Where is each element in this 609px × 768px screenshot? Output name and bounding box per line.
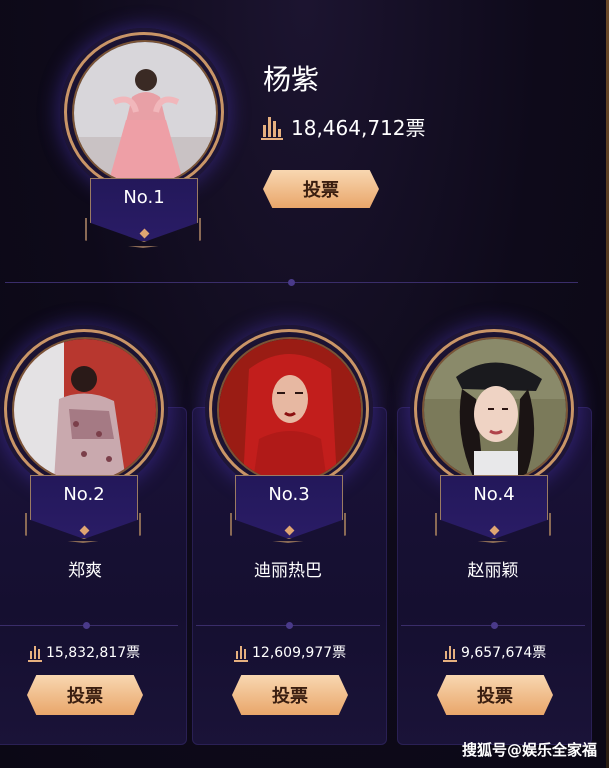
leader-avatar[interactable]: [72, 40, 218, 186]
bar-chart-icon: [234, 645, 248, 662]
leader-votes: 18,464,712票: [261, 112, 426, 141]
contestant-rank-3: No.3: [268, 484, 310, 505]
leader-name: 杨紫: [263, 63, 320, 96]
contestant-rank-4: No.4: [473, 484, 515, 505]
section-divider: [5, 279, 578, 286]
banner-trim: [230, 513, 346, 543]
contestant-vote-count-4: 9,657,674票: [461, 645, 547, 661]
contestant-avatar-3[interactable]: [217, 337, 363, 483]
contestant-name-2: 郑爽: [68, 561, 102, 581]
bar-chart-icon: [28, 645, 42, 662]
card-divider-4: [401, 622, 585, 629]
bar-chart-icon: [261, 116, 283, 140]
vote-button-2[interactable]: 投票: [27, 675, 143, 715]
banner-trim: [25, 513, 141, 543]
vote-button-4[interactable]: 投票: [437, 675, 553, 715]
contestant-medallion-3: No.3: [205, 325, 373, 545]
card-divider-2: [0, 622, 178, 629]
contestant-votes-2: 15,832,817票: [28, 642, 141, 662]
leader-medallion: No.1: [60, 28, 228, 253]
contestant-medallion-4: No.4: [410, 325, 578, 545]
contestant-vote-count-3: 12,609,977票: [252, 645, 347, 661]
banner-trim: [85, 218, 201, 248]
contestant-medallion-2: No.2: [0, 325, 168, 545]
contestant-rank-2: No.2: [63, 484, 105, 505]
contestant-votes-4: 9,657,674票: [443, 642, 547, 662]
banner-trim: [435, 513, 551, 543]
watermark: 搜狐号@娱乐全家福: [461, 741, 597, 759]
contestant-avatar-4[interactable]: [422, 337, 568, 483]
contestant-vote-count-2: 15,832,817票: [46, 645, 141, 661]
contestant-avatar-2[interactable]: [12, 337, 158, 483]
leader-section: No.1 杨紫 18,464,712票 投票: [0, 0, 609, 290]
leader-vote-button[interactable]: 投票: [263, 170, 379, 208]
contestant-name-4: 赵丽颖: [467, 561, 519, 581]
bar-chart-icon: [443, 645, 457, 662]
card-divider-3: [196, 622, 380, 629]
contestant-name-3: 迪丽热巴: [254, 561, 322, 581]
contestant-votes-3: 12,609,977票: [234, 642, 347, 662]
leader-rank: No.1: [123, 187, 165, 208]
leader-vote-count: 18,464,712票: [291, 116, 426, 140]
vote-button-3[interactable]: 投票: [232, 675, 348, 715]
